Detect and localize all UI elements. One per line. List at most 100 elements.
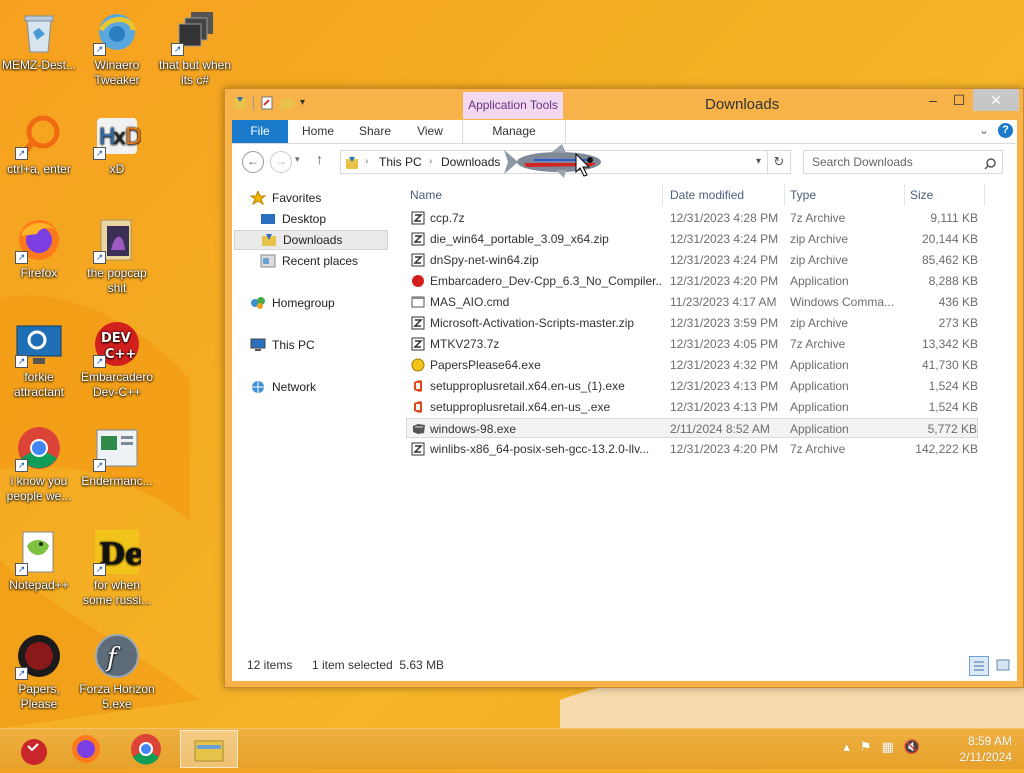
nav-this-pc[interactable]: This PC <box>250 335 315 355</box>
forward-button[interactable]: → <box>270 151 292 173</box>
file-type: Application <box>790 379 849 393</box>
nav-network[interactable]: Network <box>250 377 316 397</box>
desktop-icon-chrome-shortcut[interactable]: ↗ i know you people we... <box>0 424 78 504</box>
desktop-icon-xd[interactable]: HxD ↗ xD <box>78 112 156 177</box>
large-icons-view-icon[interactable] <box>995 657 1011 673</box>
clock-date[interactable]: 2/11/2024 <box>960 749 1013 765</box>
desktop-icon-ctrl-a[interactable]: ↗ ctrl+a, enter <box>0 112 78 177</box>
svg-text:DEV: DEV <box>101 331 131 346</box>
file-row[interactable]: Microsoft-Activation-Scripts-master.zip … <box>406 313 978 333</box>
file-name: winlibs-x86_64-posix-seh-gcc-13.2.0-llv.… <box>430 442 650 456</box>
network-tray-icon[interactable]: ▦ <box>882 739 894 755</box>
back-button[interactable]: ← <box>242 151 264 173</box>
file-size: 436 KB <box>938 295 978 309</box>
column-header-name[interactable]: Name <box>410 184 442 206</box>
taskbar-file-explorer[interactable] <box>180 730 238 768</box>
desktop-icon-memz[interactable]: MEMZ-Dest... <box>0 8 78 73</box>
file-row[interactable]: setupproplusretail.x64.en-us_.exe 12/31/… <box>406 397 978 417</box>
desktop-icon-enderman[interactable]: ↗ Endermanc... <box>78 424 156 489</box>
file-size: 13,342 KB <box>921 337 978 351</box>
maximize-button[interactable]: ☐ <box>943 89 975 111</box>
file-date: 2/11/2024 8:52 AM <box>670 422 770 436</box>
customize-chevron-icon[interactable]: ▾ <box>300 96 314 110</box>
file-row[interactable]: winlibs-x86_64-posix-seh-gcc-13.2.0-llv.… <box>406 439 978 459</box>
file-name: MTKV273.7z <box>430 337 500 351</box>
column-header-type[interactable]: Type <box>790 184 816 206</box>
cmd-file-icon <box>411 295 425 309</box>
file-row[interactable]: die_win64_portable_3.09_x64.zip 12/31/20… <box>406 229 978 249</box>
taskbar-ornament-app[interactable] <box>0 730 56 768</box>
nav-homegroup[interactable]: Homegroup <box>250 293 335 313</box>
file-name: MAS_AIO.cmd <box>430 295 510 309</box>
desktop-icon-notepadpp[interactable]: ↗ Notepad++ <box>0 528 78 593</box>
file-name: die_win64_portable_3.09_x64.zip <box>430 232 609 246</box>
title-bar[interactable]: ▾ Application Tools Downloads – ☐ ✕ <box>225 89 1023 119</box>
show-hidden-icons-icon[interactable]: ▴ <box>843 739 850 755</box>
tab-home[interactable]: Home <box>296 120 340 143</box>
file-row[interactable]: dnSpy-net-win64.zip 12/31/2023 4:24 PM z… <box>406 250 978 270</box>
action-center-flag-icon[interactable]: ⚑ <box>860 739 872 755</box>
expand-ribbon-icon[interactable]: ⌄ <box>979 123 989 137</box>
nav-recent-label: Recent places <box>282 254 359 268</box>
search-icon <box>984 155 996 170</box>
nav-downloads[interactable]: Downloads <box>234 230 388 250</box>
file-row[interactable]: ccp.7z 12/31/2023 4:28 PM 7z Archive 9,1… <box>406 208 978 228</box>
file-type: 7z Archive <box>790 442 846 456</box>
file-row[interactable]: PapersPlease64.exe 12/31/2023 4:32 PM Ap… <box>406 355 978 375</box>
breadcrumb-this-pc[interactable]: This PC <box>379 151 422 173</box>
folder-path-icon <box>345 155 359 169</box>
file-date: 12/31/2023 4:28 PM <box>670 211 779 225</box>
help-icon[interactable]: ? <box>998 123 1013 138</box>
desktop-folder-icon <box>260 212 276 226</box>
taskbar-firefox[interactable] <box>58 730 114 768</box>
folder-down-icon[interactable] <box>233 96 247 110</box>
fish-cursor-overlay-icon <box>504 144 601 178</box>
desktop-icon-russian[interactable]: De ↗ for when some russi... <box>78 528 156 608</box>
column-header-size[interactable]: Size <box>910 184 933 206</box>
clock-time[interactable]: 8:59 AM <box>960 733 1012 749</box>
file-row[interactable]: MAS_AIO.cmd 11/23/2023 4:17 AM Windows C… <box>406 292 978 312</box>
tab-file[interactable]: File <box>232 120 288 143</box>
desktop-icon-firefox[interactable]: ↗ Firefox <box>0 216 78 281</box>
column-header-date[interactable]: Date modified <box>670 184 744 206</box>
tab-share[interactable]: Share <box>352 120 398 143</box>
volume-muted-icon[interactable]: 🔇 <box>904 739 920 755</box>
desktop-icon-forkie[interactable]: ↗ forkie attractant <box>0 320 78 400</box>
file-row-selected[interactable]: windows-98.exe 2/11/2024 8:52 AM Applica… <box>406 418 978 438</box>
computer-icon <box>250 338 266 352</box>
file-date: 12/31/2023 4:05 PM <box>670 337 779 351</box>
file-row[interactable]: MTKV273.7z 12/31/2023 4:05 PM 7z Archive… <box>406 334 978 354</box>
navigation-pane: Favorites Desktop Downloads Recent place… <box>232 184 392 651</box>
nav-thispc-label: This PC <box>272 338 315 352</box>
desktop-icon-winaero[interactable]: ↗ Winaero Tweaker <box>78 8 156 88</box>
properties-icon[interactable] <box>260 96 274 110</box>
file-name: Microsoft-Activation-Scripts-master.zip <box>430 316 635 330</box>
file-row[interactable]: Embarcadero_Dev-Cpp_6.3_No_Compiler... 1… <box>406 271 978 291</box>
details-view-icon[interactable] <box>969 656 989 676</box>
desktop-icon-label: Embarcadero Dev-C++ <box>80 370 154 399</box>
new-folder-icon[interactable] <box>280 96 294 110</box>
taskbar-chrome[interactable] <box>118 730 174 768</box>
tab-view[interactable]: View <box>408 120 452 143</box>
devcpp-app-icon <box>411 274 425 288</box>
file-row[interactable]: setupproplusretail.x64.en-us_(1).exe 12/… <box>406 376 978 396</box>
desktop-icon-popcap[interactable]: ↗ the popcap shit <box>78 216 156 296</box>
desktop-icon-forza[interactable]: f Forza Horizon 5.exe <box>78 632 156 712</box>
recent-locations-icon[interactable]: ▾ <box>295 154 300 165</box>
breadcrumb-downloads[interactable]: Downloads <box>441 151 500 173</box>
refresh-button[interactable]: ↻ <box>767 150 791 174</box>
nav-favorites[interactable]: Favorites <box>249 188 321 208</box>
search-input[interactable]: Search Downloads <box>803 150 1003 174</box>
nav-desktop[interactable]: Desktop <box>260 209 326 229</box>
desktop-icon-label: Papers, Please <box>18 682 60 711</box>
desktop-icon-csharp[interactable]: ↗ that but when its c# <box>156 8 234 88</box>
close-button[interactable]: ✕ <box>973 89 1019 111</box>
desktop-icon-devcpp[interactable]: DEV C++ ↗ Embarcadero Dev-C++ <box>78 320 156 400</box>
nav-recent-places[interactable]: Recent places <box>260 251 358 271</box>
address-dropdown-icon[interactable]: ▾ <box>756 151 761 173</box>
desktop-icon-papers-please[interactable]: ↗ Papers, Please <box>0 632 78 712</box>
ornament-icon <box>21 739 47 765</box>
file-date: 12/31/2023 4:24 PM <box>670 232 779 246</box>
document-window-icon: ↗ <box>93 424 141 472</box>
up-button[interactable]: ↑ <box>316 151 323 167</box>
